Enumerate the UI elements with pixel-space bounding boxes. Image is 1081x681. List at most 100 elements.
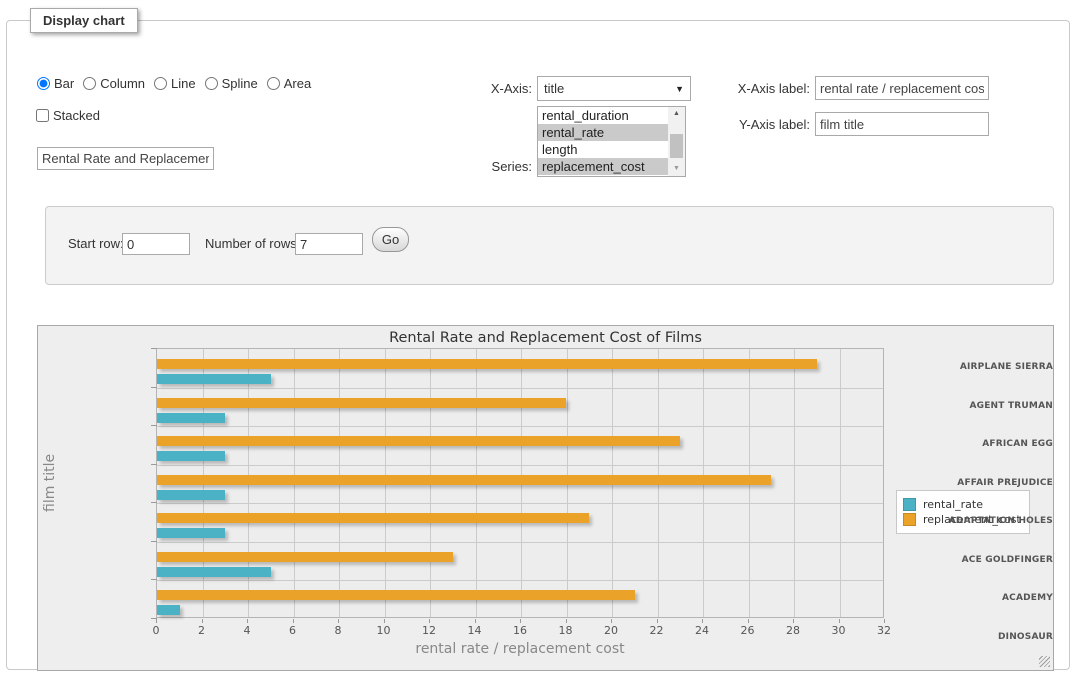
y-tick-mark (151, 618, 157, 619)
chart-type-option-line[interactable]: Line (154, 76, 196, 91)
x-tick-label: 22 (650, 624, 664, 637)
chart-type-radio-line[interactable] (154, 77, 167, 90)
y-tick-mark (151, 502, 157, 503)
x-tick-label: 12 (422, 624, 436, 637)
x-tick-mark (202, 619, 203, 623)
x-tick-mark (748, 619, 749, 623)
xaxis-label-input[interactable] (815, 76, 989, 100)
x-tick-mark (566, 619, 567, 623)
stacked-label: Stacked (53, 108, 100, 123)
y-tick-mark (151, 425, 157, 426)
chart-type-label: Area (284, 76, 311, 91)
x-tick-mark (839, 619, 840, 623)
chart-type-label: Bar (54, 76, 74, 91)
resize-handle-icon[interactable] (1039, 656, 1050, 667)
x-axis-title: rental rate / replacement cost (156, 641, 884, 657)
x-tick-mark (611, 619, 612, 623)
x-tick-mark (156, 619, 157, 623)
bar-replacement_cost (157, 436, 680, 446)
series-scrollbar[interactable]: ▲ ▼ (668, 107, 685, 176)
x-tick-label: 32 (877, 624, 891, 637)
x-tick-label: 14 (468, 624, 482, 637)
gridline (157, 426, 883, 427)
row-params-panel: Start row: Number of rows: Go (45, 206, 1054, 285)
x-tick-mark (384, 619, 385, 623)
num-rows-input[interactable] (295, 233, 363, 255)
gridline (157, 503, 883, 504)
x-tick-label: 30 (832, 624, 846, 637)
y-category-label: AGENT TRUMAN (945, 387, 1053, 426)
x-tick-mark (247, 619, 248, 623)
x-tick-label: 2 (198, 624, 205, 637)
y-tick-mark (151, 348, 157, 349)
chart-type-label: Column (100, 76, 145, 91)
xaxis-select[interactable]: title ▼ (537, 76, 691, 101)
display-chart-panel: BarColumnLineSplineArea Stacked X-Axis: … (6, 20, 1070, 670)
start-row-input[interactable] (122, 233, 190, 255)
plot-area (156, 348, 884, 618)
series-option-replacement_cost[interactable]: replacement_cost (538, 158, 668, 175)
scroll-down-icon[interactable]: ▼ (668, 162, 685, 176)
x-tick-mark (884, 619, 885, 623)
gridline (157, 542, 883, 543)
x-tick-label: 24 (695, 624, 709, 637)
scroll-thumb[interactable] (670, 134, 683, 158)
chart-type-radio-area[interactable] (267, 77, 280, 90)
bar-rental_rate (157, 490, 225, 500)
chart-type-option-area[interactable]: Area (267, 76, 311, 91)
y-tick-mark (151, 579, 157, 580)
chart-type-radio-spline[interactable] (205, 77, 218, 90)
x-tick-label: 18 (559, 624, 573, 637)
bar-replacement_cost (157, 359, 817, 369)
stacked-option[interactable]: Stacked (36, 108, 100, 123)
chart-type-option-column[interactable]: Column (83, 76, 145, 91)
start-row-label: Start row: (68, 236, 124, 252)
chart-type-option-spline[interactable]: Spline (205, 76, 258, 91)
bar-rental_rate (157, 451, 225, 461)
y-tick-mark (151, 464, 157, 465)
y-category-label: AFFAIR PREJUDICE (945, 464, 1053, 503)
chart-type-radio-bar[interactable] (37, 77, 50, 90)
gridline (794, 349, 795, 617)
x-tick-mark (475, 619, 476, 623)
y-category-label: ADAPTATION HOLES (945, 502, 1053, 541)
series-list-label: Series: (462, 159, 532, 175)
y-tick-mark (151, 387, 157, 388)
legend-swatch-icon (903, 498, 916, 511)
chart-type-label: Spline (222, 76, 258, 91)
xaxis-select-label: X-Axis: (462, 81, 532, 97)
bar-rental_rate (157, 374, 271, 384)
bar-replacement_cost (157, 590, 635, 600)
x-tick-mark (293, 619, 294, 623)
dropdown-arrow-icon: ▼ (675, 84, 684, 94)
scroll-up-icon[interactable]: ▲ (668, 107, 685, 121)
x-tick-mark (520, 619, 521, 623)
series-option-rental_duration[interactable]: rental_duration (538, 107, 668, 124)
chart-container: Rental Rate and Replacement Cost of Film… (37, 325, 1054, 671)
x-tick-label: 8 (335, 624, 342, 637)
x-tick-mark (338, 619, 339, 623)
series-listbox[interactable]: rental_durationrental_ratelengthreplacem… (537, 106, 686, 177)
go-button[interactable]: Go (372, 227, 409, 252)
x-tick-label: 10 (377, 624, 391, 637)
chart-type-label: Line (171, 76, 196, 91)
stacked-checkbox[interactable] (36, 109, 49, 122)
bar-replacement_cost (157, 513, 589, 523)
gridline (157, 580, 883, 581)
x-tick-label: 26 (741, 624, 755, 637)
series-option-rental_rate[interactable]: rental_rate (538, 124, 668, 141)
chart-type-group: Bar Column Line Spline Area (37, 76, 320, 91)
bar-rental_rate (157, 413, 225, 423)
x-tick-mark (702, 619, 703, 623)
chart-type-radio-column[interactable] (83, 77, 96, 90)
x-tick-mark (793, 619, 794, 623)
y-category-label: ACADEMY DINOSAUR (945, 579, 1053, 618)
x-tick-label: 4 (244, 624, 251, 637)
yaxis-label-input[interactable] (815, 112, 989, 136)
bar-rental_rate (157, 567, 271, 577)
x-tick-mark (429, 619, 430, 623)
series-options: rental_durationrental_ratelengthreplacem… (538, 107, 668, 176)
series-option-length[interactable]: length (538, 141, 668, 158)
chart-title-input[interactable] (37, 147, 214, 170)
chart-type-option-bar[interactable]: Bar (37, 76, 74, 91)
